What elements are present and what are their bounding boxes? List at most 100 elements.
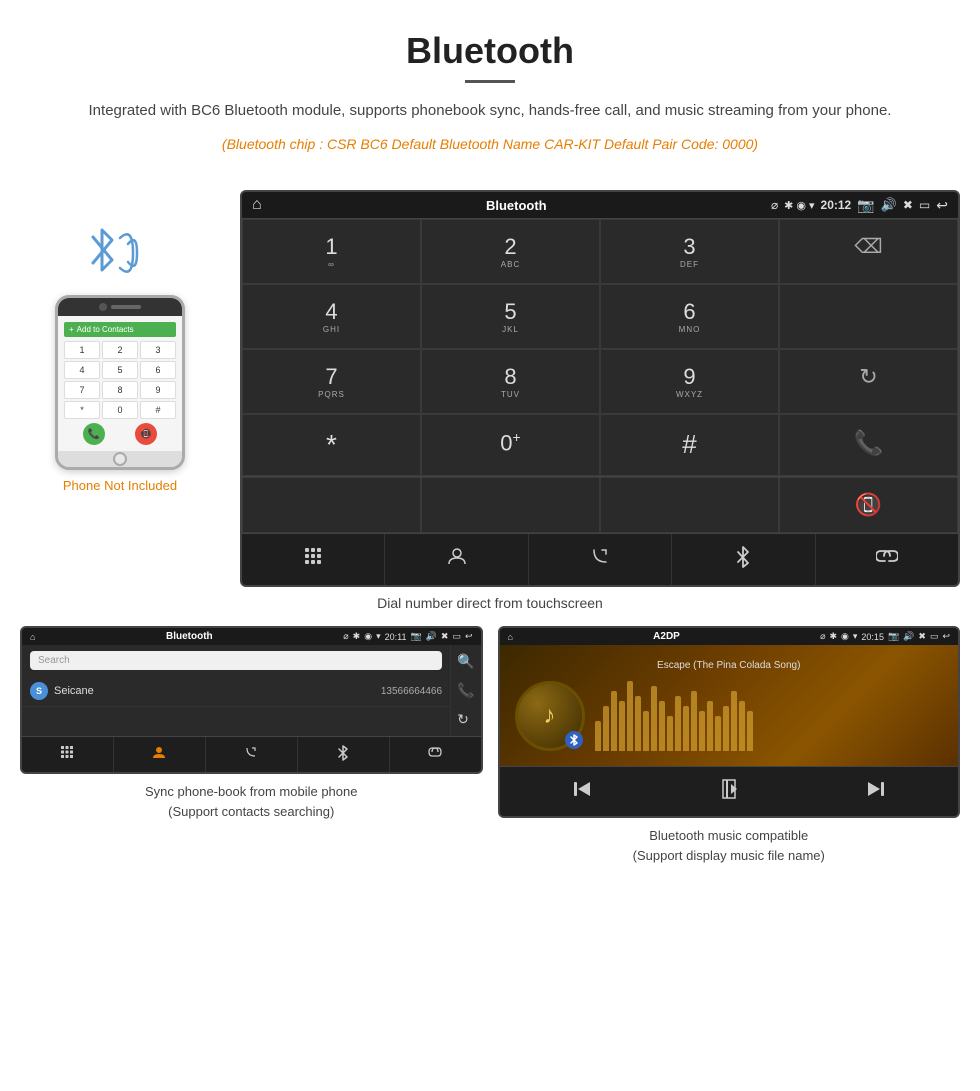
end-call-row: 📵 [242, 476, 958, 533]
dial-key-star[interactable]: * [242, 414, 421, 476]
phonebook-caption-text: Sync phone-book from mobile phone(Suppor… [145, 784, 357, 819]
pb-bt-icon [337, 745, 349, 761]
toolbar-link-btn[interactable] [816, 534, 958, 585]
dial-num-9: 9 [611, 364, 768, 390]
pb-tb-contacts[interactable] [114, 737, 206, 772]
dial-key-end-call[interactable]: 📵 [779, 477, 958, 533]
music-caption: Bluetooth music compatible(Support displ… [633, 826, 825, 865]
music-back-icon: ↩ [942, 631, 950, 642]
dial-key-8[interactable]: 8 TUV [421, 349, 600, 414]
music-status-bar: ⌂ A2DP ⌀ ✱ ◉ ▾ 20:15 📷 🔊 ✖ ▭ ↩ [500, 628, 959, 645]
dial-num-2: 2 [432, 234, 589, 260]
dial-key-backspace[interactable]: ⌫ [779, 219, 958, 284]
phone-header-label: Add to Contacts [77, 325, 134, 334]
pb-time: 20:11 [385, 632, 407, 642]
pb-loc-icon: ◉ [364, 631, 372, 642]
album-bt-icon [569, 734, 579, 746]
dial-key-6[interactable]: 6 MNO [600, 284, 779, 349]
toolbar-bluetooth-btn[interactable] [672, 534, 815, 585]
phone-key-hash: # [140, 401, 176, 419]
phone-key-5: 5 [102, 361, 138, 379]
music-screen: ⌂ A2DP ⌀ ✱ ◉ ▾ 20:15 📷 🔊 ✖ ▭ ↩ Escape (T… [498, 626, 961, 818]
next-track-btn[interactable] [866, 779, 886, 804]
dial-num-8: 8 [432, 364, 589, 390]
back-icon[interactable]: ↩ [936, 197, 948, 214]
window-icon[interactable]: ▭ [919, 198, 930, 212]
pb-tb-link[interactable] [390, 737, 481, 772]
eq-bar [667, 716, 673, 751]
phone-header-bar: + Add to Contacts [64, 322, 176, 337]
dial-key-5[interactable]: 5 JKL [421, 284, 600, 349]
dial-key-9[interactable]: 9 WXYZ [600, 349, 779, 414]
dial-key-7[interactable]: 7 PQRS [242, 349, 421, 414]
status-icons: ✱ ◉ ▾ [784, 199, 814, 212]
music-panel: ⌂ A2DP ⌀ ✱ ◉ ▾ 20:15 📷 🔊 ✖ ▭ ↩ Escape (T… [498, 626, 961, 865]
spacer-1 [242, 477, 421, 533]
music-cam-icon: 📷 [888, 631, 899, 642]
pb-link-icon [427, 746, 443, 758]
music-win-icon: ▭ [930, 631, 939, 642]
phone-key-6: 6 [140, 361, 176, 379]
music-wifi-icon: ▾ [853, 631, 858, 642]
eq-bar [659, 701, 665, 751]
main-caption: Dial number direct from touchscreen [0, 587, 980, 626]
pb-dialpad-icon [60, 745, 74, 759]
dial-sub-5: JKL [432, 325, 589, 334]
phonebook-screen: ⌂ Bluetooth ⌀ ✱ ◉ ▾ 20:11 📷 🔊 ✖ ▭ ↩ Sear… [20, 626, 483, 774]
dial-key-call[interactable]: 📞 [779, 414, 958, 476]
location-icon: ◉ [796, 199, 806, 212]
phone-speaker [111, 305, 141, 309]
toolbar-call-log-btn[interactable] [529, 534, 672, 585]
volume-icon[interactable]: 🔊 [881, 197, 897, 213]
reload-icon: ↻ [859, 364, 877, 389]
pb-call-action-btn[interactable]: 📞 [457, 682, 474, 699]
home-icon[interactable]: ⌂ [252, 196, 262, 214]
page-title: Bluetooth [60, 30, 920, 72]
pb-sync-action-btn[interactable]: ↻ [457, 711, 474, 728]
pb-tb-bluetooth[interactable] [298, 737, 390, 772]
contact-avatar: S [30, 682, 48, 700]
phone-key-9: 9 [140, 381, 176, 399]
camera-icon[interactable]: 📷 [857, 197, 874, 214]
dial-key-4[interactable]: 4 GHI [242, 284, 421, 349]
prev-track-btn[interactable] [572, 779, 592, 804]
dial-key-hash[interactable]: # [600, 414, 779, 476]
pb-search-action-btn[interactable]: 🔍 [457, 653, 474, 670]
phone-key-0: 0 [102, 401, 138, 419]
dial-key-2[interactable]: 2 ABC [421, 219, 600, 284]
phone-key-4: 4 [64, 361, 100, 379]
eq-bar [643, 711, 649, 751]
album-art-container: ♪ [515, 681, 585, 751]
pb-search-box[interactable]: Search [30, 651, 442, 670]
play-pause-btn[interactable] [717, 777, 741, 806]
pb-calls-icon [244, 745, 258, 759]
car-unit: ⌂ Bluetooth ⌀ ✱ ◉ ▾ 20:12 📷 🔊 ✖ ▭ ↩ [240, 190, 960, 587]
toolbar-contacts-btn[interactable] [385, 534, 528, 585]
dialpad-icon [303, 546, 323, 566]
music-vol-icon: 🔊 [903, 631, 914, 642]
pb-contact-row[interactable]: S Seicane 13566664466 [22, 676, 450, 707]
spacer-2 [421, 477, 600, 533]
dial-key-3[interactable]: 3 DEF [600, 219, 779, 284]
eq-bar [651, 686, 657, 751]
phone-illustration: + Add to Contacts 1 2 3 4 5 6 7 8 9 * 0 … [20, 190, 220, 493]
dial-key-reload[interactable]: ↻ [779, 349, 958, 414]
phone-home-button [113, 452, 127, 466]
equalizer-bars [595, 681, 944, 751]
music-time: 20:15 [861, 632, 884, 642]
eq-bar [691, 691, 697, 751]
eq-bar [635, 696, 641, 751]
close-icon[interactable]: ✖ [903, 198, 913, 212]
pb-left: Search S Seicane 13566664466 [22, 645, 450, 736]
music-app-title: A2DP [517, 631, 816, 642]
dial-key-1[interactable]: 1 ∞ [242, 219, 421, 284]
car-unit-section: ⌂ Bluetooth ⌀ ✱ ◉ ▾ 20:12 📷 🔊 ✖ ▭ ↩ [240, 190, 960, 587]
bluetooth-signal-area [70, 220, 170, 290]
dial-key-0[interactable]: 0+ [421, 414, 600, 476]
backspace-icon: ⌫ [854, 236, 882, 258]
toolbar-dialpad-btn[interactable] [242, 534, 385, 585]
dialpad-grid: 1 ∞ 2 ABC 3 DEF ⌫ 4 GHI [242, 218, 958, 476]
pb-vol-icon: 🔊 [426, 631, 437, 642]
pb-tb-calls[interactable] [206, 737, 298, 772]
pb-tb-dialpad[interactable] [22, 737, 114, 772]
